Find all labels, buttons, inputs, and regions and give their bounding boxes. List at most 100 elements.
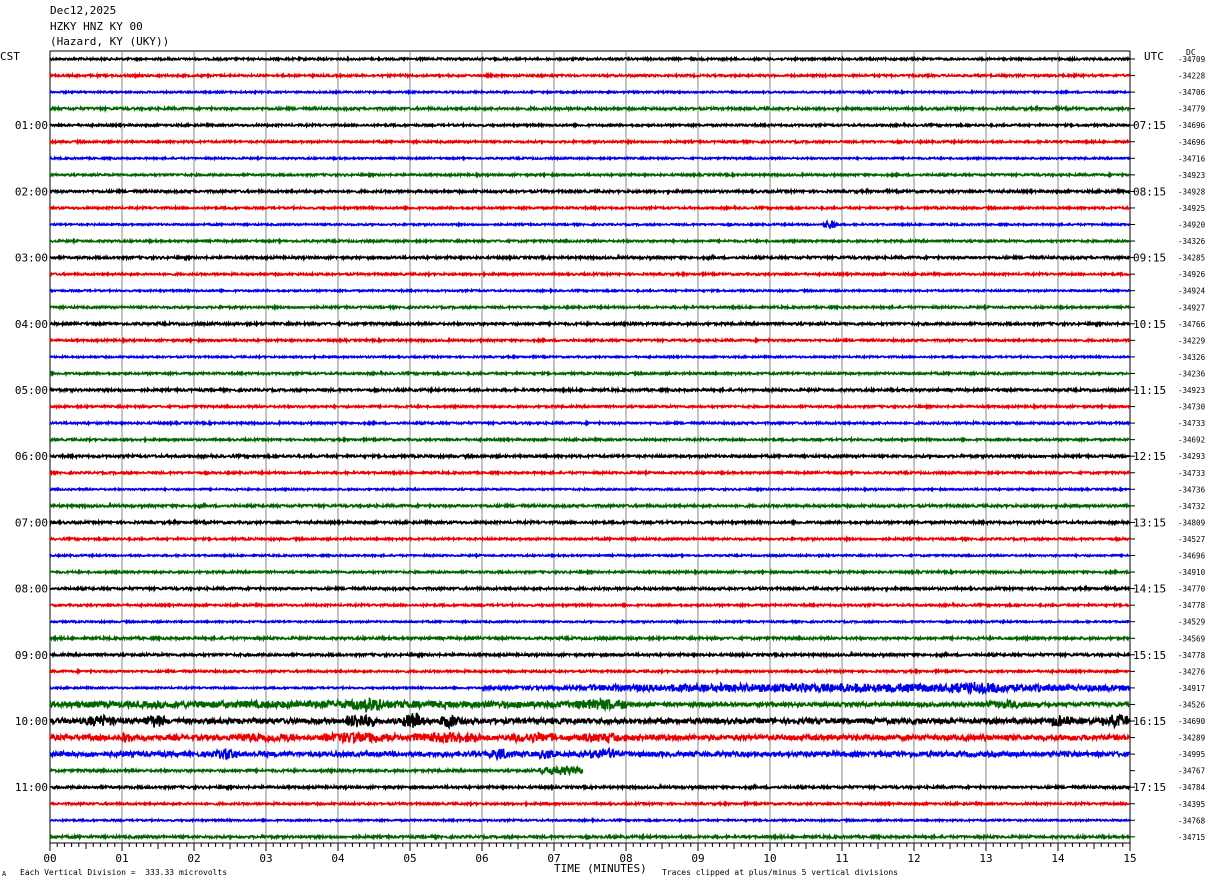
dc-offset-label: -34809 [1178, 518, 1205, 527]
dc-offset-label: -34928 [1178, 187, 1206, 196]
dc-offset-label: -34779 [1178, 105, 1205, 114]
seismic-trace-row-42 [49, 746, 1131, 762]
dc-offset-label: -34526 [1178, 700, 1206, 709]
seismic-trace-row-47 [49, 832, 1131, 842]
seismic-trace-row-34 [49, 618, 1131, 626]
left-time-label: 04:00 [15, 318, 48, 331]
seismic-trace-row-44 [49, 782, 1131, 792]
dc-offset-label: -34778 [1178, 651, 1206, 660]
seismic-trace-row-18 [49, 353, 1131, 361]
seismic-trace-row-1 [49, 71, 1131, 80]
left-time-label: 05:00 [15, 384, 48, 397]
right-time-label: 13:15 [1133, 516, 1166, 529]
dc-offset-label: -34276 [1178, 667, 1206, 676]
x-tick-label: 04 [331, 852, 345, 865]
dc-offset-label: -34696 [1178, 138, 1206, 147]
seismic-trace-row-11 [49, 237, 1131, 246]
left-time-label: 08:00 [15, 583, 48, 596]
dc-offset-label: -34690 [1178, 717, 1206, 726]
right-time-label: 08:15 [1133, 185, 1166, 198]
seismic-trace-row-41 [49, 730, 1131, 745]
seismic-trace-row-21 [49, 402, 1131, 411]
left-time-label: 01:00 [15, 119, 48, 132]
right-time-label: 10:15 [1133, 318, 1166, 331]
x-tick-label: 02 [187, 852, 200, 865]
dc-offset-label: -34732 [1178, 502, 1205, 511]
x-tick-label: 15 [1123, 852, 1136, 865]
seismic-trace-row-15 [49, 303, 1131, 312]
dc-offset-label: -34733 [1178, 419, 1205, 428]
x-tick-label: 00 [43, 852, 56, 865]
seismic-trace-row-6 [49, 154, 1131, 162]
right-time-label: 12:15 [1133, 450, 1166, 463]
seismic-trace-row-17 [49, 336, 1131, 345]
dc-offset-label: -34696 [1178, 121, 1206, 130]
dc-offset-label: -34926 [1178, 270, 1206, 279]
left-time-label: 02:00 [15, 185, 48, 198]
seismic-trace-row-3 [49, 104, 1131, 113]
x-tick-label: 13 [979, 852, 992, 865]
dc-offset-label: -34569 [1178, 634, 1205, 643]
dc-offset-label: -34709 [1178, 55, 1205, 64]
seismic-trace-row-22 [49, 419, 1131, 428]
dc-offset-label: -34529 [1178, 618, 1205, 627]
seismic-trace-row-16 [49, 319, 1131, 329]
seismic-trace-row-39 [49, 696, 1131, 713]
dc-offset-label: -34236 [1178, 369, 1206, 378]
dc-offset-label: -34768 [1178, 816, 1206, 825]
x-axis-title: TIME (MINUTES) [554, 862, 647, 875]
seismic-trace-row-46 [49, 816, 1131, 824]
dc-offset-label: -34730 [1178, 403, 1206, 412]
dc-offset-label: -34910 [1178, 568, 1206, 577]
seismic-trace-row-7 [49, 170, 1131, 179]
seismic-trace-row-37 [49, 667, 1131, 676]
seismic-trace-row-28 [49, 518, 1131, 527]
seismic-trace-row-24 [49, 451, 1131, 461]
seismic-trace-row-9 [49, 203, 1131, 212]
x-tick-label: 05 [403, 852, 416, 865]
seismic-trace-row-5 [49, 137, 1131, 146]
scale-note: Each Vertical Division = 333.33 microvol… [20, 868, 228, 877]
seismic-trace-row-45 [49, 799, 1131, 808]
seismic-trace-row-14 [49, 287, 1131, 295]
seismic-trace-row-12 [49, 253, 1131, 262]
right-time-label: 14:15 [1133, 583, 1166, 596]
dc-offset-label: -34229 [1178, 336, 1205, 345]
seismic-trace-row-36 [49, 650, 1131, 660]
dc-offset-label: -34696 [1178, 552, 1206, 561]
dc-offset-label: -34925 [1178, 204, 1205, 213]
left-time-label: 07:00 [15, 516, 48, 529]
x-tick-label: 10 [763, 852, 776, 865]
seismic-trace-row-13 [49, 270, 1131, 279]
dc-offset-label: -34766 [1178, 320, 1206, 329]
dc-offset-label: -34716 [1178, 154, 1206, 163]
dc-offset-label: -34927 [1178, 303, 1205, 312]
right-time-label: 17:15 [1133, 781, 1166, 794]
left-time-label: 03:00 [15, 252, 48, 265]
dc-offset-label: -34285 [1178, 254, 1205, 263]
seismic-trace-row-33 [49, 601, 1131, 609]
dc-offset-label: -34770 [1178, 585, 1206, 594]
seismic-trace-row-32 [49, 584, 1131, 593]
dc-offset-label: -34326 [1178, 353, 1206, 362]
seismic-trace-row-40 [49, 712, 1131, 731]
seismogram-plot: 01:00 02:00 03:00 04:00 05:00 06:00 07:00 08:00… [15, 50, 1206, 865]
right-time-label: 15:15 [1133, 649, 1166, 662]
dc-offset-label: -34995 [1178, 750, 1205, 759]
clip-note: Traces clipped at plus/minus 5 vertical … [662, 868, 899, 877]
x-tick-label: 12 [907, 852, 920, 865]
dc-offset-label: -34706 [1178, 88, 1206, 97]
seismic-trace-row-2 [49, 88, 1131, 96]
seismic-trace-row-30 [49, 552, 1131, 559]
right-time-label: 16:15 [1133, 715, 1166, 728]
seismic-trace-row-38 [49, 680, 1131, 696]
seismic-trace-row-8 [49, 187, 1131, 196]
left-time-label: 11:00 [15, 781, 48, 794]
dc-offset-label: -34778 [1178, 601, 1206, 610]
dc-offset-label: -34924 [1178, 287, 1206, 296]
seismic-trace-row-10 [49, 219, 1131, 229]
dc-offset-label: -34228 [1178, 72, 1206, 81]
seismic-trace-row-43 [49, 764, 584, 777]
plot-frame [49, 50, 1131, 844]
x-tick-label: 11 [835, 852, 848, 865]
